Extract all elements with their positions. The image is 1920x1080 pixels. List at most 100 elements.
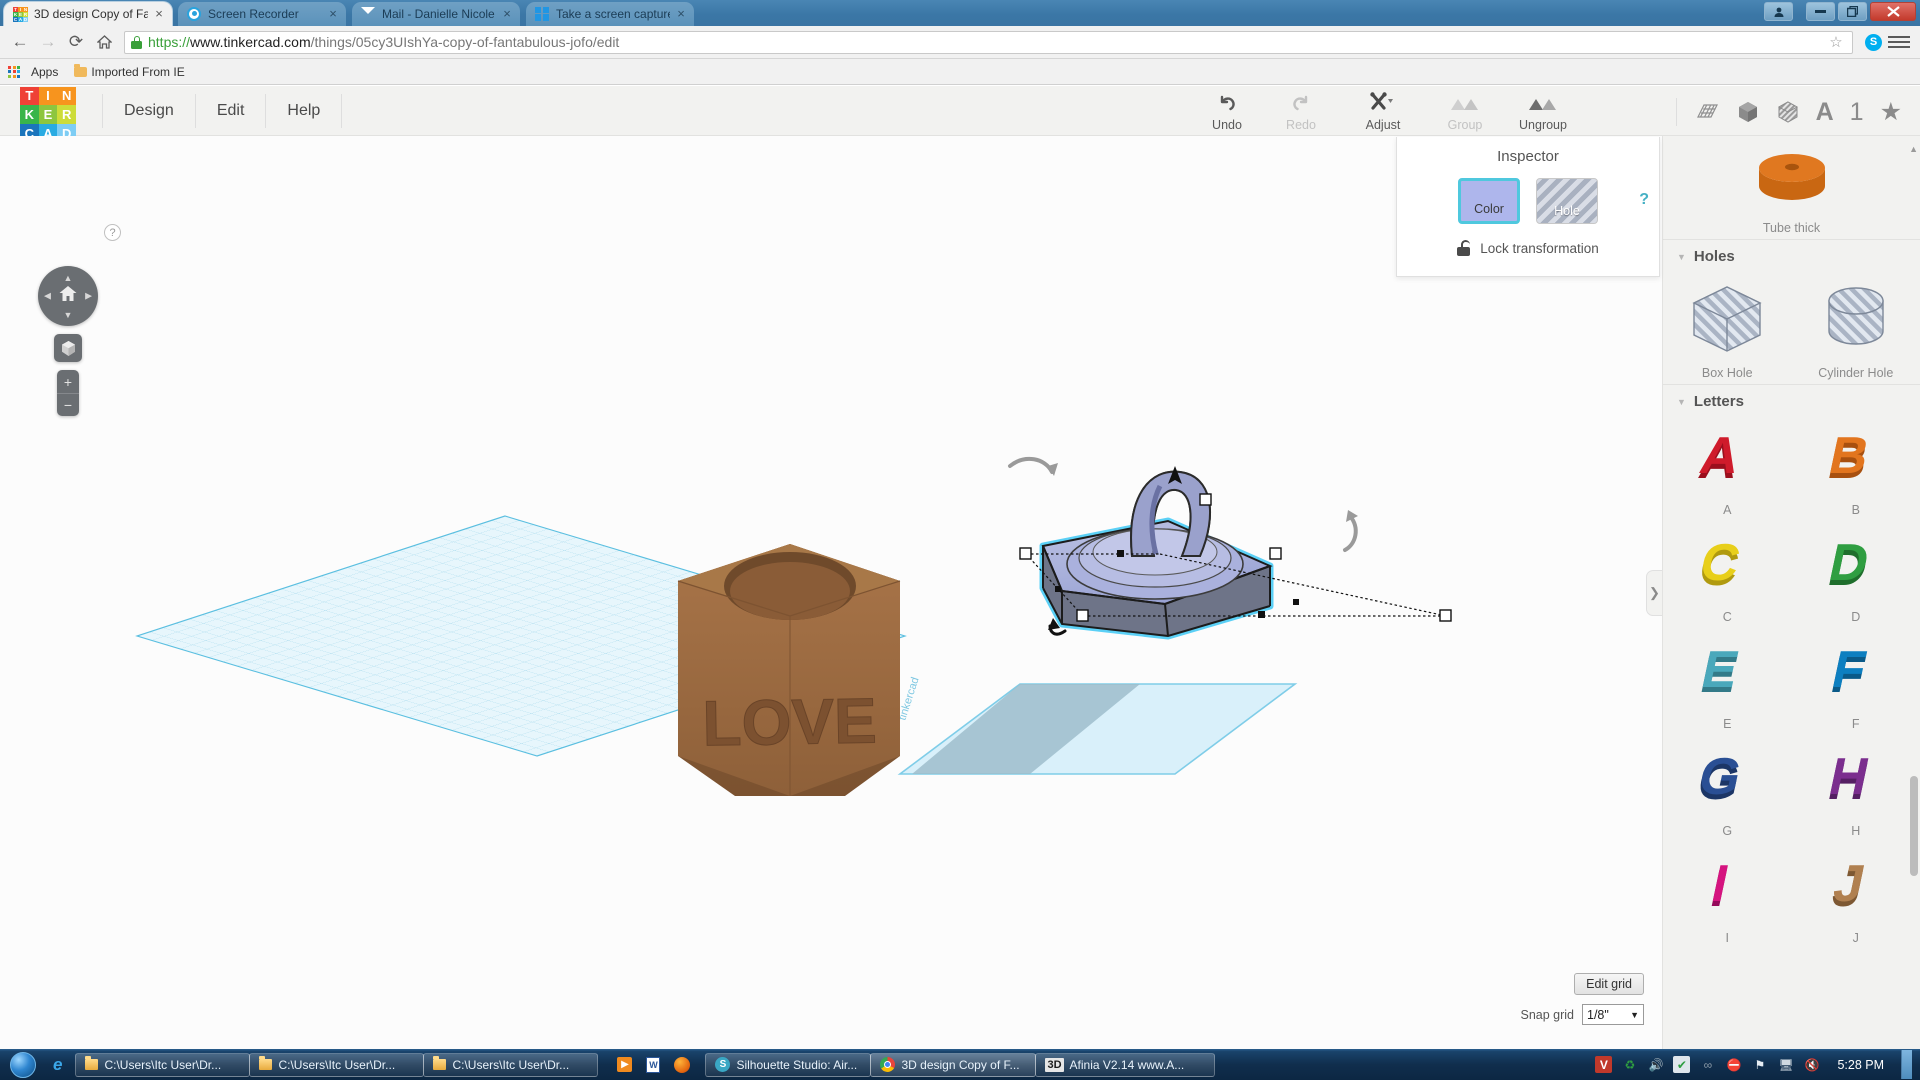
- section-holes[interactable]: ▼ Holes: [1663, 239, 1920, 269]
- color-swatch-button[interactable]: Color: [1458, 178, 1520, 224]
- start-button[interactable]: [0, 1050, 46, 1079]
- ungroup-icon: [1502, 90, 1584, 116]
- fit-to-view-button[interactable]: [54, 334, 82, 362]
- taskbar-ie-shortcut[interactable]: e: [46, 1053, 69, 1077]
- reload-button[interactable]: ⟳: [62, 29, 90, 55]
- zoom-out-button[interactable]: −: [57, 393, 79, 416]
- back-button[interactable]: ←: [6, 29, 34, 55]
- shape-letter-i[interactable]: I I I: [1663, 842, 1792, 949]
- volume-icon[interactable]: 🔊: [1647, 1056, 1664, 1073]
- menu-help[interactable]: Help: [266, 93, 343, 128]
- zoom-in-button[interactable]: +: [57, 370, 79, 393]
- browser-tab-1[interactable]: TIN KER CAD 3D design Copy of Fantab ×: [4, 2, 172, 26]
- shape-box-hole[interactable]: Box Hole: [1663, 269, 1792, 384]
- text-shape-icon[interactable]: A: [1816, 98, 1834, 127]
- edit-grid-button[interactable]: Edit grid: [1574, 973, 1644, 995]
- letter-f-icon: F F: [1826, 641, 1871, 704]
- section-letters[interactable]: ▼ Letters: [1663, 384, 1920, 414]
- lock-transformation-row[interactable]: Lock transformation: [1397, 240, 1659, 256]
- undo-button[interactable]: Undo: [1190, 90, 1264, 132]
- browser-tab-3[interactable]: Mail - Danielle Nicole Ingr ×: [352, 2, 520, 26]
- address-bar[interactable]: https://www.tinkercad.com/things/05cy3UI…: [124, 30, 1853, 54]
- shape-category-icons: A 1 ★: [1675, 97, 1902, 127]
- shape-tube-thick[interactable]: Tube thick: [1663, 136, 1920, 239]
- taskbar-item-afinia[interactable]: 3D Afinia V2.14 www.A...: [1035, 1052, 1216, 1077]
- sync-icon[interactable]: ♻: [1621, 1056, 1638, 1073]
- redo-button[interactable]: Redo: [1264, 90, 1338, 132]
- home-view-icon[interactable]: [59, 285, 78, 307]
- inspector-help-icon[interactable]: ?: [1639, 191, 1649, 209]
- snap-grid-select[interactable]: 1/8" ▼: [1582, 1004, 1644, 1025]
- apps-grid-icon[interactable]: [8, 65, 20, 78]
- taskbar-item-chrome[interactable]: 3D design Copy of F...: [870, 1052, 1037, 1077]
- forward-button[interactable]: →: [34, 29, 62, 55]
- close-icon[interactable]: ×: [152, 7, 166, 21]
- action-center-icon[interactable]: ✔: [1673, 1056, 1691, 1073]
- shape-letter-h[interactable]: H H H: [1792, 735, 1920, 842]
- shape-letter-d[interactable]: D D D: [1792, 521, 1920, 628]
- taskbar-item-explorer-3[interactable]: C:\Users\Itc User\Dr...: [423, 1052, 599, 1077]
- tinkercad-logo[interactable]: T I N K E R C A D: [20, 86, 76, 143]
- window-close-button[interactable]: [1870, 2, 1916, 21]
- view-home-dial[interactable]: ▲ ▼ ◀ ▶: [38, 266, 98, 326]
- skype-icon[interactable]: S: [1865, 33, 1882, 51]
- shape-cylinder-hole[interactable]: Cylinder Hole: [1792, 269, 1920, 384]
- user-profile-button[interactable]: [1764, 2, 1793, 21]
- bookmark-imported-from-ie[interactable]: Imported From IE: [69, 63, 189, 81]
- shape-letter-f[interactable]: F F F: [1792, 628, 1920, 735]
- number-shape-icon[interactable]: 1: [1850, 98, 1864, 127]
- browser-tab-2[interactable]: Screen Recorder ×: [178, 2, 346, 26]
- maximize-button[interactable]: [1838, 2, 1867, 21]
- antivirus-icon[interactable]: V: [1595, 1056, 1613, 1073]
- ungroup-button[interactable]: Ungroup: [1502, 90, 1584, 132]
- taskbar-item-explorer-2[interactable]: C:\Users\Itc User\Dr...: [249, 1052, 425, 1077]
- taskbar-word-shortcut[interactable]: W: [639, 1053, 667, 1077]
- sidebar-scrollbar[interactable]: [1910, 776, 1918, 876]
- solid-cube-icon[interactable]: [1736, 100, 1760, 124]
- taskbar-vlc-shortcut[interactable]: ▶: [610, 1053, 639, 1077]
- view-down-arrow-icon[interactable]: ▼: [64, 310, 73, 320]
- hole-swatch-button[interactable]: Hole: [1536, 178, 1598, 224]
- shapes-sidebar[interactable]: ▲ Tube thick ▼ Holes Box Hole Cylinder H…: [1662, 136, 1920, 1049]
- browser-tab-4[interactable]: Take a screen capture (pri ×: [526, 2, 694, 26]
- taskbar-item-explorer-1[interactable]: C:\Users\Itc User\Dr...: [75, 1052, 251, 1077]
- close-icon[interactable]: ×: [674, 7, 688, 21]
- hole-cube-icon[interactable]: [1776, 100, 1800, 124]
- shape-letter-g[interactable]: G G G: [1663, 735, 1792, 842]
- shape-letter-a[interactable]: A A A: [1663, 414, 1792, 521]
- snap-grid-label: Snap grid: [1520, 1007, 1574, 1022]
- link-icon[interactable]: ∞: [1699, 1056, 1716, 1073]
- navigator-help-icon[interactable]: ?: [104, 224, 121, 241]
- letter-c-icon: C C: [1694, 534, 1745, 597]
- user-block-icon[interactable]: ⛔: [1725, 1056, 1742, 1073]
- workplane-icon[interactable]: [1695, 101, 1720, 123]
- taskbar-firefox-shortcut[interactable]: [667, 1053, 697, 1077]
- chrome-menu-icon[interactable]: [1888, 36, 1910, 48]
- group-button[interactable]: Group: [1428, 90, 1502, 132]
- adjust-button[interactable]: Adjust: [1338, 90, 1428, 132]
- shape-letter-e[interactable]: E E E: [1663, 628, 1792, 735]
- taskbar-item-silhouette[interactable]: S Silhouette Studio: Air...: [705, 1052, 872, 1077]
- menu-design[interactable]: Design: [102, 93, 196, 128]
- close-icon[interactable]: ×: [500, 7, 514, 21]
- taskbar-clock[interactable]: 5:28 PM: [1829, 1058, 1892, 1072]
- shape-letter-b[interactable]: B B B: [1792, 414, 1920, 521]
- view-left-arrow-icon[interactable]: ◀: [44, 291, 51, 302]
- collapse-panel-handle[interactable]: ❯: [1646, 569, 1662, 616]
- bookmark-apps[interactable]: Apps: [26, 63, 63, 81]
- network-icon[interactable]: 🖥: [1777, 1056, 1794, 1073]
- favorites-star-icon[interactable]: ★: [1880, 97, 1902, 127]
- home-button[interactable]: [90, 29, 118, 55]
- volume-muted-icon[interactable]: 🔇: [1803, 1056, 1820, 1073]
- shape-letter-c[interactable]: C C C: [1663, 521, 1792, 628]
- shape-letter-j[interactable]: J J J: [1792, 842, 1920, 949]
- show-desktop-button[interactable]: [1901, 1050, 1912, 1079]
- menu-edit[interactable]: Edit: [196, 93, 267, 128]
- close-icon[interactable]: ×: [326, 7, 340, 21]
- minimize-button[interactable]: [1806, 2, 1835, 21]
- view-right-arrow-icon[interactable]: ▶: [85, 291, 92, 302]
- flag-icon[interactable]: ⚑: [1751, 1056, 1768, 1073]
- view-up-arrow-icon[interactable]: ▲: [64, 273, 73, 283]
- bookmark-star-icon[interactable]: ☆: [1826, 33, 1846, 51]
- scroll-up-icon[interactable]: ▲: [1909, 144, 1918, 154]
